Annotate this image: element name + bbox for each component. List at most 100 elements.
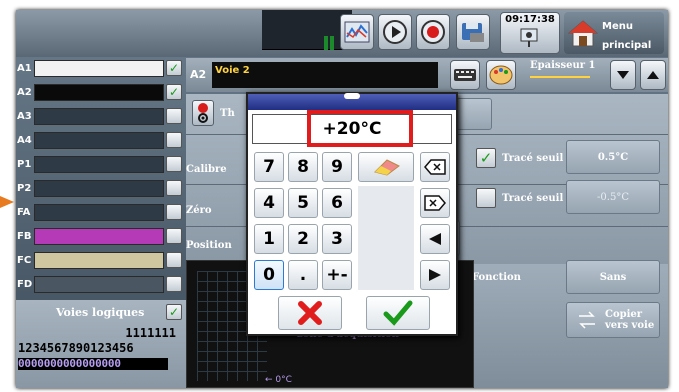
key-plus-minus[interactable]: +-: [322, 260, 352, 290]
channel-color-bar[interactable]: [34, 59, 164, 77]
keypad-blank: [358, 186, 414, 290]
key-0[interactable]: 0: [254, 260, 284, 290]
channel-color-bar[interactable]: [34, 251, 164, 269]
eraser-icon: [374, 159, 400, 176]
play-button[interactable]: [378, 14, 412, 50]
channel-checkbox[interactable]: ✓: [166, 84, 182, 100]
channel-checkbox[interactable]: [166, 108, 182, 124]
channel-checkbox[interactable]: [166, 180, 182, 196]
channel-color-bar[interactable]: [34, 227, 164, 245]
channel-row-a1[interactable]: A1 ✓: [16, 58, 186, 78]
graph-icon: [344, 21, 370, 43]
record-button[interactable]: [416, 14, 450, 50]
copy-to-channel-button[interactable]: Copier vers voie: [566, 302, 660, 338]
main-menu-button[interactable]: Menu principal: [564, 12, 664, 54]
s2-value-button[interactable]: -0.5°C: [566, 180, 660, 214]
channel-checkbox[interactable]: [166, 156, 182, 172]
channel-color-bar[interactable]: [34, 83, 164, 101]
logic-checkbox[interactable]: ✓: [166, 304, 182, 320]
channel-row-a3[interactable]: A3: [16, 106, 186, 126]
channel-row-a4[interactable]: A4: [16, 130, 186, 150]
logic-bits: 0000000000000000: [18, 358, 168, 370]
channel-checkbox[interactable]: [166, 204, 182, 220]
channel-color-bar[interactable]: [34, 107, 164, 125]
channel-label: A1: [17, 62, 32, 74]
channel-row-p1[interactable]: P1: [16, 154, 186, 174]
key-8[interactable]: 8: [288, 152, 318, 182]
right-header: Epaisseur 1: [444, 58, 668, 92]
save-disk-button[interactable]: [456, 14, 490, 50]
th-label: Th: [220, 108, 235, 119]
channel-row-fd[interactable]: FD: [16, 274, 186, 294]
delete-button[interactable]: [420, 188, 450, 218]
channel-color-bar[interactable]: [34, 179, 164, 197]
channel-checkbox[interactable]: ✓: [166, 60, 182, 76]
threshold-button[interactable]: [192, 100, 214, 126]
arrow-left-icon: [429, 233, 441, 245]
channel-label: FB: [17, 230, 32, 242]
key-9[interactable]: 9: [322, 152, 352, 182]
up-button[interactable]: [640, 60, 666, 90]
callout-arrow-icon: [0, 196, 14, 208]
palette-icon: [489, 65, 513, 85]
channel-row-p2[interactable]: P2: [16, 178, 186, 198]
channel-label: A2: [17, 86, 32, 98]
s1-checkbox[interactable]: ✓: [476, 148, 496, 168]
channel-label: FD: [17, 278, 33, 290]
channel-label: FC: [17, 254, 32, 266]
dialog-titlebar[interactable]: [248, 93, 456, 110]
cancel-button[interactable]: [278, 296, 342, 330]
backspace-button[interactable]: [420, 152, 450, 182]
triangle-down-icon: [617, 71, 629, 79]
key-7[interactable]: 7: [254, 152, 284, 182]
threshold-icon: [198, 103, 208, 123]
channel-color-bar[interactable]: [34, 203, 164, 221]
cancel-x-icon: [298, 301, 322, 325]
palette-button[interactable]: [486, 60, 516, 90]
channel-color-bar[interactable]: [34, 131, 164, 149]
key-2[interactable]: 2: [288, 224, 318, 254]
ok-button[interactable]: [366, 296, 430, 330]
keyboard-icon: [454, 69, 476, 81]
key-dot[interactable]: .: [288, 260, 318, 290]
clock-panel[interactable]: 09:17:38: [500, 12, 560, 54]
channel-row-fc[interactable]: FC: [16, 250, 186, 270]
channel-color-bar[interactable]: [34, 155, 164, 173]
s1-value-button[interactable]: 0.5°C: [566, 140, 660, 174]
key-1[interactable]: 1: [254, 224, 284, 254]
usb-icon: [520, 28, 538, 47]
cursor-right-button[interactable]: [420, 260, 450, 290]
disk-icon: [462, 23, 484, 42]
eraser-button[interactable]: [358, 152, 414, 182]
down-button[interactable]: [610, 60, 636, 90]
key-5[interactable]: 5: [288, 188, 318, 218]
key-6[interactable]: 6: [322, 188, 352, 218]
channel-row-a2[interactable]: A2 ✓: [16, 82, 186, 102]
main-menu-label: Menu principal: [602, 14, 651, 52]
fonction-button[interactable]: Sans: [566, 260, 660, 294]
channel-color-bar[interactable]: [34, 275, 164, 293]
arrow-right-icon: [429, 269, 441, 281]
channel-checkbox[interactable]: [166, 228, 182, 244]
fonction-label: Fonction: [472, 272, 521, 283]
channel-checkbox[interactable]: [166, 132, 182, 148]
keyboard-button[interactable]: [450, 60, 480, 90]
side-button[interactable]: [456, 98, 492, 130]
channel-list: A1 ✓ A2 ✓ A3 A4 P1 P2 FA FB FC FD: [16, 58, 186, 298]
s2-checkbox[interactable]: [476, 188, 496, 208]
app-window: 09:17:38 Menu principal A1 ✓ A2 ✓ A3 A4 P1 P2 FA…: [16, 10, 668, 388]
channel-checkbox[interactable]: [166, 252, 182, 268]
channel-row-fb[interactable]: FB: [16, 226, 186, 246]
cursor-left-button[interactable]: [420, 224, 450, 254]
key-3[interactable]: 3: [322, 224, 352, 254]
channel-label: FA: [17, 206, 31, 218]
channel-checkbox[interactable]: [166, 276, 182, 292]
level-bar: [330, 36, 334, 50]
key-4[interactable]: 4: [254, 188, 284, 218]
channel-name-field[interactable]: Voie 2: [212, 62, 438, 88]
graph-view-button[interactable]: [340, 14, 374, 50]
channel-row-fa[interactable]: FA: [16, 202, 186, 222]
copy-label-line2: vers voie: [605, 320, 655, 331]
highlight-box: [307, 110, 413, 147]
grip-icon: [344, 93, 360, 99]
